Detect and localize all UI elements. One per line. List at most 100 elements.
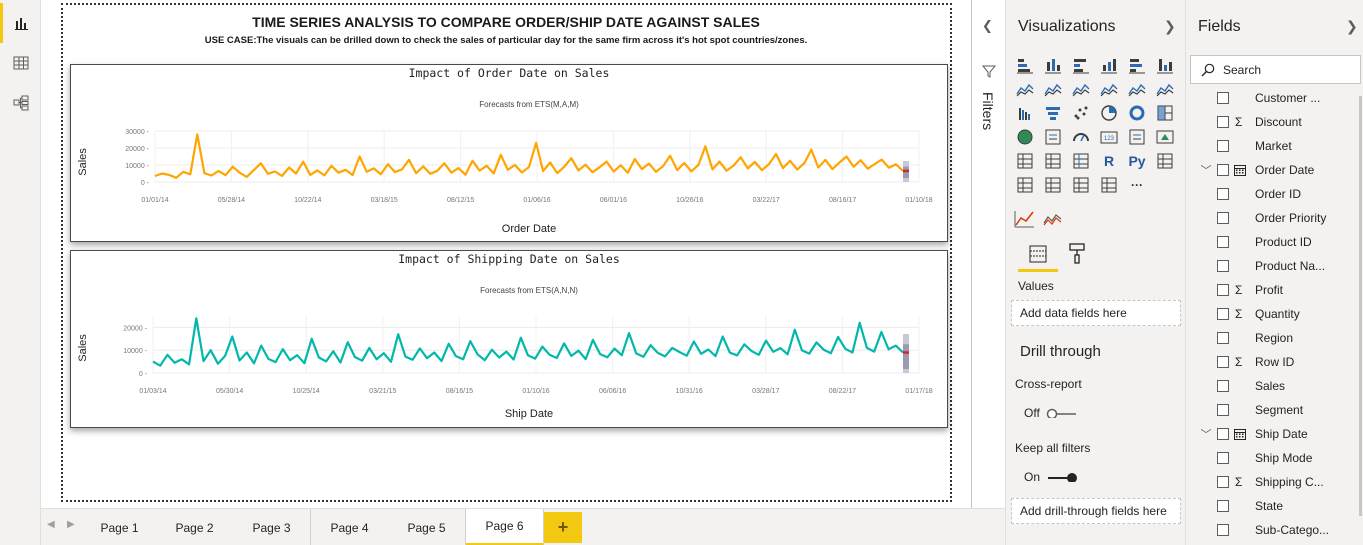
data-view-button[interactable] [0, 43, 41, 83]
field-item-sub-catego[interactable]: Sub-Catego... [1186, 518, 1363, 542]
clustered-column-icon[interactable] [1098, 54, 1120, 76]
field-item-quantity[interactable]: Σ Quantity [1186, 302, 1363, 326]
model-view-button[interactable] [0, 83, 41, 123]
pie-chart-icon[interactable] [1098, 102, 1120, 124]
card-icon[interactable]: 123 [1098, 126, 1120, 148]
stacked-column-icon[interactable] [1042, 54, 1064, 76]
field-item-profit[interactable]: Σ Profit [1186, 278, 1363, 302]
100-bar-icon[interactable] [1126, 54, 1148, 76]
map-icon[interactable] [1014, 126, 1036, 148]
field-item-order-id[interactable]: Order ID [1186, 182, 1363, 206]
field-item-order-date[interactable]: ﹀ Order Date [1186, 158, 1363, 182]
keep-filters-toggle[interactable]: On [1024, 470, 1078, 484]
gauge-icon[interactable] [1070, 126, 1092, 148]
custom-visual-line-icon[interactable] [1014, 209, 1036, 229]
field-checkbox[interactable] [1217, 140, 1229, 152]
field-item-ship-mode[interactable]: Ship Mode [1186, 446, 1363, 470]
sales-series-line[interactable] [154, 133, 904, 179]
field-item-state[interactable]: State [1186, 494, 1363, 518]
field-item-customer[interactable]: Customer ... [1186, 89, 1363, 110]
field-item-product-na[interactable]: Product Na... [1186, 254, 1363, 278]
decomposition-tree-icon[interactable] [1014, 174, 1036, 196]
tab-page-5[interactable]: Page 5 [388, 509, 466, 545]
multi-row-card-icon[interactable] [1126, 126, 1148, 148]
tab-page-3[interactable]: Page 3 [233, 509, 311, 545]
field-checkbox[interactable] [1217, 284, 1229, 296]
field-checkbox[interactable] [1217, 260, 1229, 272]
clustered-bar-icon[interactable] [1070, 54, 1092, 76]
field-checkbox[interactable] [1217, 308, 1229, 320]
tab-page-4[interactable]: Page 4 [311, 509, 389, 545]
python-visual-icon[interactable]: Py [1126, 150, 1148, 172]
fields-well-tab[interactable] [1018, 240, 1058, 272]
chevron-right-icon[interactable]: ❯ [1346, 18, 1358, 35]
stacked-area-icon[interactable] [1070, 78, 1092, 100]
field-item-sales[interactable]: Sales [1186, 374, 1363, 398]
field-item-row-id[interactable]: Σ Row ID [1186, 350, 1363, 374]
field-checkbox[interactable] [1217, 212, 1229, 224]
arcgis-icon[interactable] [1098, 174, 1120, 196]
field-item-region[interactable]: Region [1186, 326, 1363, 350]
drill-through-drop-zone[interactable]: Add drill-through fields here [1011, 498, 1181, 524]
key-influencers-icon[interactable] [1154, 150, 1176, 172]
field-item-product-id[interactable]: Product ID [1186, 230, 1363, 254]
report-view-button[interactable] [0, 3, 41, 43]
field-checkbox[interactable] [1217, 236, 1229, 248]
cross-report-toggle[interactable]: Off [1024, 406, 1078, 420]
stacked-bar-icon[interactable] [1014, 54, 1036, 76]
field-checkbox[interactable] [1217, 452, 1229, 464]
chevron-down-icon[interactable]: ﹀ [1200, 162, 1212, 178]
field-item-order-priority[interactable]: Order Priority [1186, 206, 1363, 230]
field-checkbox[interactable] [1217, 116, 1229, 128]
field-checkbox[interactable] [1217, 500, 1229, 512]
field-checkbox[interactable] [1217, 476, 1229, 488]
field-checkbox[interactable] [1217, 92, 1229, 104]
chevron-down-icon[interactable]: ﹀ [1200, 426, 1212, 442]
field-item-shipping-c[interactable]: Σ Shipping C... [1186, 470, 1363, 494]
donut-chart-icon[interactable] [1126, 102, 1148, 124]
slicer-icon[interactable] [1014, 150, 1036, 172]
field-item-segment[interactable]: Segment [1186, 398, 1363, 422]
values-drop-zone[interactable]: Add data fields here [1011, 300, 1181, 326]
r-visual-icon[interactable]: R [1098, 150, 1120, 172]
matrix-icon[interactable] [1070, 150, 1092, 172]
tab-page-1[interactable]: Page 1 [81, 509, 159, 545]
ribbon-chart-icon[interactable] [1154, 78, 1176, 100]
paint-roller-icon[interactable] [1066, 242, 1088, 266]
filled-map-icon[interactable] [1042, 126, 1064, 148]
sales-series-line[interactable] [152, 317, 904, 367]
tab-next-icon[interactable]: ▶ [67, 519, 75, 530]
field-checkbox[interactable] [1217, 356, 1229, 368]
qa-icon[interactable] [1042, 174, 1064, 196]
fields-search-input[interactable]: Search [1190, 55, 1361, 84]
field-item-ship-date[interactable]: ﹀ Ship Date [1186, 422, 1363, 446]
scatter-icon[interactable] [1070, 102, 1092, 124]
custom-visual-forecast-icon[interactable] [1042, 209, 1064, 229]
field-checkbox[interactable] [1217, 188, 1229, 200]
filters-pane-collapsed[interactable]: ❮ Filters [971, 0, 1005, 508]
100-column-icon[interactable] [1154, 54, 1176, 76]
line-clustered-icon[interactable] [1126, 78, 1148, 100]
treemap-icon[interactable] [1154, 102, 1176, 124]
line-column-icon[interactable] [1098, 78, 1120, 100]
tab-page-6[interactable]: Page 6 [466, 509, 544, 545]
chevron-right-icon[interactable]: ❯ [1164, 18, 1176, 35]
field-checkbox[interactable] [1217, 428, 1229, 440]
table-icon[interactable] [1042, 150, 1064, 172]
chevron-left-icon[interactable]: ❮ [982, 18, 993, 34]
fields-scrollbar[interactable] [1359, 96, 1362, 516]
shape-map-icon[interactable] [1070, 174, 1092, 196]
more-visuals-icon[interactable]: ··· [1126, 174, 1148, 196]
field-checkbox[interactable] [1217, 404, 1229, 416]
field-item-market[interactable]: Market [1186, 134, 1363, 158]
field-checkbox[interactable] [1217, 524, 1229, 536]
funnel-icon[interactable] [1042, 102, 1064, 124]
order-date-visual[interactable]: Impact of Order Date on Sales Forecasts … [70, 64, 948, 242]
tab-page-2[interactable]: Page 2 [156, 509, 234, 545]
field-checkbox[interactable] [1217, 332, 1229, 344]
field-checkbox[interactable] [1217, 380, 1229, 392]
tab-prev-icon[interactable]: ◀ [47, 519, 55, 530]
kpi-icon[interactable] [1154, 126, 1176, 148]
field-item-discount[interactable]: Σ Discount [1186, 110, 1363, 134]
line-chart-icon[interactable] [1014, 78, 1036, 100]
